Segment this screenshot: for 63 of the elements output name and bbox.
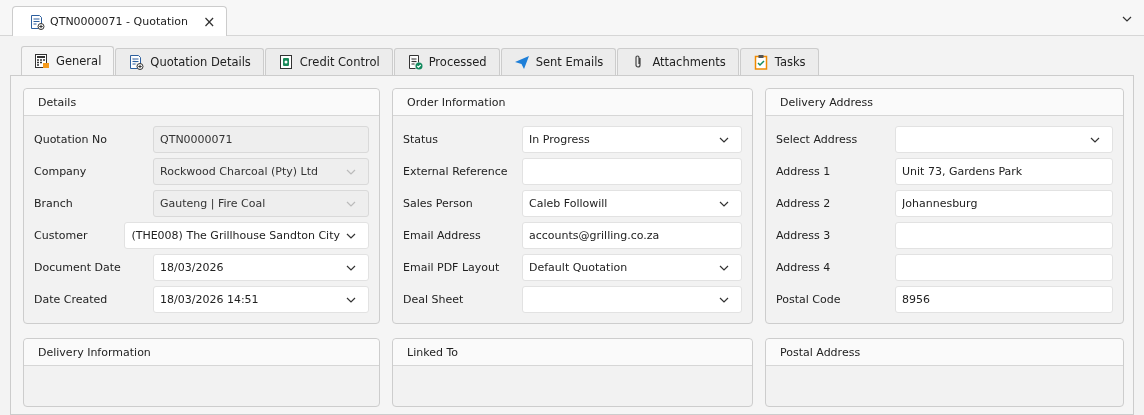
dropdown-field[interactable]: Default Quotation [522,254,742,281]
chevron-down-icon[interactable] [719,200,729,207]
chevron-down-icon[interactable] [719,264,729,271]
tab[interactable]: Processed [393,48,500,75]
tab[interactable]: Tasks [739,48,819,75]
group-title: Order Information [407,95,506,109]
field-label: Document Date [34,261,122,274]
chevron-down-icon[interactable] [1122,16,1132,22]
input-field[interactable] [895,222,1113,249]
input-field[interactable]: accounts@grilling.co.za [522,222,742,249]
group-title: Details [38,95,77,109]
field-label: Branch [34,197,74,210]
input-field[interactable] [522,158,742,185]
group-title: Postal Address [780,345,861,359]
tab[interactable]: Quotation Details [115,48,264,75]
tab[interactable]: Attachments [617,48,739,75]
field-label: Select Address [776,133,859,146]
field-label: Email PDF Layout [403,261,501,274]
dropdown-field[interactable]: 18/03/2026 [153,254,369,281]
group-title: Linked To [407,345,458,359]
document-check-icon [406,54,423,70]
field-label: Sales Person [403,197,474,210]
chevron-down-icon[interactable] [719,296,729,303]
calculator-icon [34,53,50,69]
field-label: External Reference [403,165,509,178]
document-tab[interactable]: QTN0000071 - Quotation × [12,6,227,36]
field-label: Address 2 [776,197,832,210]
dropdown-field[interactable]: 18/03/2026 14:51 [153,286,369,313]
field-label: Address 4 [776,261,832,274]
field-label: Customer [34,229,89,242]
field-label: Deal Sheet [403,293,465,306]
input-field[interactable]: Johannesburg [895,190,1113,217]
dropdown-field[interactable]: Caleb Followill [522,190,742,217]
paper-plane-icon [513,54,530,70]
dropdown-field[interactable]: In Progress [522,126,742,153]
input-field[interactable] [895,254,1113,281]
dropdown-field[interactable] [895,126,1113,153]
group-title: Delivery Address [780,95,873,109]
group-title: Delivery Information [38,345,151,359]
chevron-down-icon[interactable] [346,232,356,239]
clipboard-check-icon [752,54,769,70]
dropdown-field[interactable]: (THE008) The Grillhouse Sandton City [124,222,369,249]
dropdown-field[interactable] [522,286,742,313]
field-label: Address 3 [776,229,832,242]
field-label: Email Address [403,229,482,242]
document-plus-icon [29,13,45,30]
field-label: Company [34,165,88,178]
tab[interactable]: Credit Control [264,48,393,75]
field-label: Quotation No [34,133,108,146]
tab[interactable]: General [21,46,115,75]
tab[interactable]: Sent Emails [500,48,617,75]
chevron-down-icon[interactable] [346,264,356,271]
close-button[interactable]: × [203,12,216,31]
chevron-down-icon[interactable] [346,296,356,303]
field-label: Status [403,133,440,146]
field-label: Postal Code [776,293,842,306]
field-label: Date Created [34,293,109,306]
field-label: Address 1 [776,165,832,178]
chevron-down-icon[interactable] [1090,136,1100,143]
document-plus-icon [128,54,145,70]
input-field[interactable]: 8956 [895,286,1113,313]
chevron-down-icon[interactable] [719,136,729,143]
input-field[interactable]: Unit 73, Gardens Park [895,158,1113,185]
